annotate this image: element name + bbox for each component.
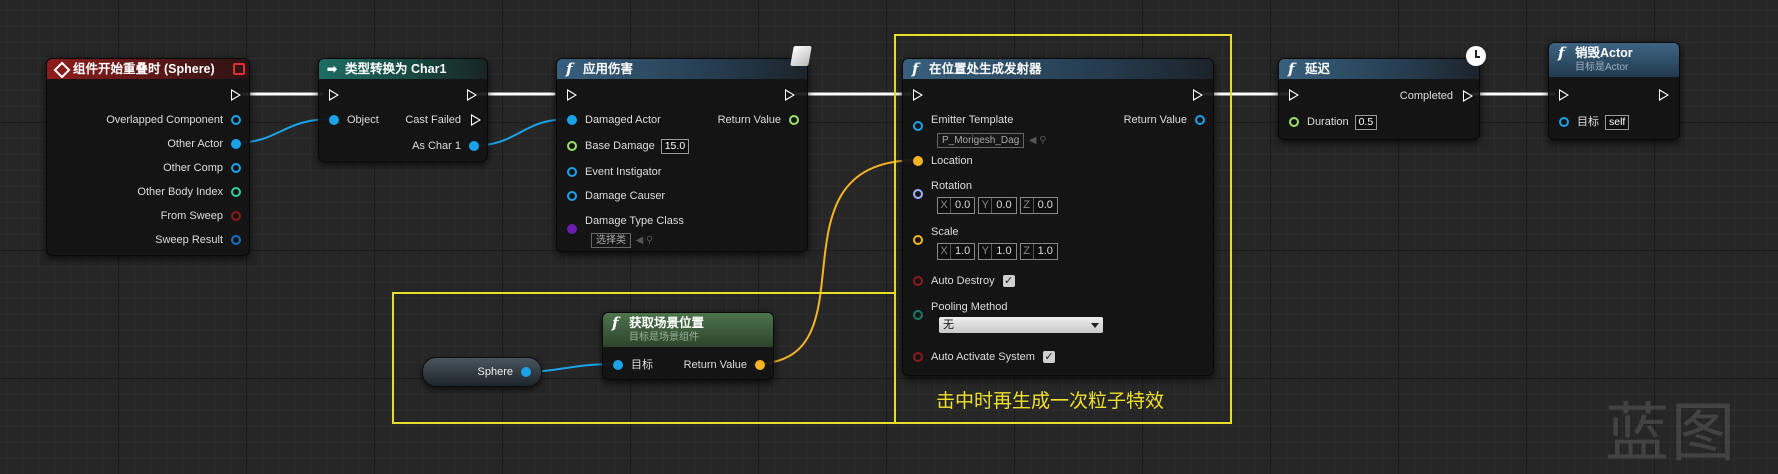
pin-as-char1[interactable]: As Char 1 bbox=[412, 138, 479, 154]
watermark: 蓝图 bbox=[1605, 397, 1737, 471]
rotation-x-input[interactable]: X 0.0 bbox=[937, 197, 976, 214]
exec-out-pin[interactable] bbox=[1193, 89, 1203, 101]
pin-base-damage[interactable]: Base Damage 15.0 bbox=[567, 138, 690, 154]
function-icon: f bbox=[612, 314, 619, 332]
scale-x-input[interactable]: X 1.0 bbox=[937, 243, 976, 260]
pin-sweep-result[interactable]: Sweep Result bbox=[155, 232, 241, 248]
pin-damage-type-class[interactable]: Damage Type Class bbox=[567, 213, 684, 234]
node-title: 类型转换为 Char1 bbox=[345, 62, 447, 76]
scale-fields[interactable]: X 1.0 Y 1.0 Z 1.0 bbox=[937, 241, 1061, 260]
auto-destroy-checkbox[interactable]: ✓ bbox=[1002, 275, 1015, 288]
node-header[interactable]: f 在位置处生成发射器 bbox=[903, 59, 1213, 79]
pooling-method-value: 无 bbox=[943, 319, 954, 331]
node-title: 组件开始重叠时 (Sphere) bbox=[73, 62, 215, 76]
scale-y-input[interactable]: Y 1.0 bbox=[978, 243, 1017, 260]
pin-target[interactable]: 目标 self bbox=[1559, 114, 1630, 130]
pin-return-value[interactable]: Return Value bbox=[684, 357, 765, 373]
function-icon: f bbox=[1288, 60, 1295, 78]
pin-overlapped-component[interactable]: Overlapped Component bbox=[106, 112, 241, 128]
function-icon: f bbox=[566, 60, 573, 78]
node-header[interactable]: f 销毁Actor 目标是Actor bbox=[1549, 43, 1679, 77]
pin-return-value[interactable]: Return Value bbox=[1124, 112, 1205, 128]
base-damage-input[interactable]: 15.0 bbox=[660, 138, 690, 154]
duration-input[interactable]: 0.5 bbox=[1354, 114, 1378, 130]
rotation-fields[interactable]: X 0.0 Y 0.0 Z 0.0 bbox=[937, 195, 1061, 214]
pin-other-comp[interactable]: Other Comp bbox=[163, 160, 241, 176]
pooling-method-select[interactable]: 无 bbox=[939, 317, 1103, 333]
emitter-dropdown[interactable]: P_Morigesh_Dag bbox=[937, 133, 1025, 148]
exec-out-pin[interactable] bbox=[467, 89, 477, 101]
rotation-z-input[interactable]: Z 0.0 bbox=[1019, 197, 1058, 214]
exec-in-pin[interactable] bbox=[1289, 89, 1299, 101]
node-title: 应用伤害 bbox=[583, 62, 634, 76]
exec-out-pin[interactable] bbox=[1659, 89, 1669, 101]
pin-duration[interactable]: Duration 0.5 bbox=[1289, 114, 1378, 130]
rotation-y-input[interactable]: Y 0.0 bbox=[978, 197, 1017, 214]
event-icon bbox=[53, 61, 71, 79]
spawn-emitter-node[interactable]: f 在位置处生成发射器 Emitter Template P_Morigesh_… bbox=[902, 58, 1214, 376]
exec-out-pin[interactable] bbox=[785, 89, 795, 101]
event-node-overlap[interactable]: 组件开始重叠时 (Sphere) Overlapped Component Ot… bbox=[46, 58, 250, 256]
delay-node[interactable]: f 延迟 Completed Duration 0.5 bbox=[1278, 58, 1480, 140]
pin-emitter-template[interactable]: Emitter Template bbox=[913, 112, 1013, 131]
exec-in-pin[interactable] bbox=[329, 89, 339, 101]
pin-damaged-actor[interactable]: Damaged Actor bbox=[567, 112, 661, 128]
pin-sphere[interactable]: Sphere bbox=[478, 364, 531, 380]
browse-icon[interactable]: ◀ ⚲ bbox=[1029, 135, 1047, 146]
node-header[interactable]: 组件开始重叠时 (Sphere) bbox=[47, 59, 249, 79]
stop-icon bbox=[233, 63, 245, 75]
pin-event-instigator[interactable]: Event Instigator bbox=[567, 164, 661, 180]
clock-icon bbox=[1466, 46, 1486, 66]
scale-z-input[interactable]: Z 1.0 bbox=[1019, 243, 1058, 260]
pin-auto-activate[interactable]: Auto Activate System ✓ bbox=[913, 349, 1055, 365]
pin-auto-destroy[interactable]: Auto Destroy ✓ bbox=[913, 273, 1015, 289]
node-header[interactable]: f 获取场景位置 目标是场景组件 bbox=[603, 313, 773, 347]
auto-activate-checkbox[interactable]: ✓ bbox=[1042, 351, 1055, 364]
pin-damage-causer[interactable]: Damage Causer bbox=[567, 188, 665, 204]
apply-damage-node[interactable]: f 应用伤害 Damaged Actor Return Value Base D… bbox=[556, 58, 808, 252]
pin-target[interactable]: 目标 bbox=[613, 357, 653, 373]
comment-text: 击中时再生成一次粒子特效 bbox=[936, 391, 1165, 412]
damage-type-picker[interactable]: 选择类 ◀ ⚲ bbox=[591, 230, 653, 248]
target-input[interactable]: self bbox=[1605, 114, 1630, 130]
node-header[interactable]: ➡ 类型转换为 Char1 bbox=[319, 59, 487, 79]
pin-rotation[interactable]: Rotation bbox=[913, 178, 972, 199]
node-title: 延迟 bbox=[1305, 62, 1331, 76]
cast-icon: ➡ bbox=[327, 62, 338, 76]
exec-out-pin[interactable] bbox=[231, 89, 241, 101]
node-title: 在位置处生成发射器 bbox=[929, 62, 1042, 76]
pin-location[interactable]: Location bbox=[913, 153, 973, 169]
pin-return-value[interactable]: Return Value bbox=[718, 112, 799, 128]
pin-other-actor[interactable]: Other Actor bbox=[167, 136, 241, 152]
pin-pooling-method[interactable]: Pooling Method bbox=[913, 299, 1007, 320]
function-icon: f bbox=[1558, 44, 1565, 62]
node-subtitle: 目标是Actor bbox=[1575, 62, 1629, 73]
pin-completed[interactable]: Completed bbox=[1400, 88, 1473, 104]
browse-icon[interactable]: ◀ ⚲ bbox=[635, 235, 653, 246]
pin-scale[interactable]: Scale bbox=[913, 224, 959, 245]
cast-node[interactable]: ➡ 类型转换为 Char1 Object Cast Failed As Char… bbox=[318, 58, 488, 162]
exec-in-pin[interactable] bbox=[913, 89, 923, 101]
destroy-actor-node[interactable]: f 销毁Actor 目标是Actor 目标 self bbox=[1548, 42, 1680, 140]
node-title: 获取场景位置 bbox=[629, 316, 705, 330]
node-title: 销毁Actor bbox=[1575, 46, 1633, 60]
pin-cast-failed[interactable]: Cast Failed bbox=[405, 112, 481, 128]
pin-other-body-index[interactable]: Other Body Index bbox=[137, 184, 241, 200]
node-header[interactable]: f 延迟 bbox=[1279, 59, 1479, 79]
node-header[interactable]: f 应用伤害 bbox=[557, 59, 807, 79]
function-icon: f bbox=[912, 60, 919, 78]
emitter-picker[interactable]: P_Morigesh_Dag ◀ ⚲ bbox=[937, 130, 1047, 148]
pin-object[interactable]: Object bbox=[329, 112, 379, 128]
pin-from-sweep[interactable]: From Sweep bbox=[161, 208, 241, 224]
exec-in-pin[interactable] bbox=[1559, 89, 1569, 101]
get-world-location-node[interactable]: f 获取场景位置 目标是场景组件 目标 Return Value bbox=[602, 312, 774, 380]
node-subtitle: 目标是场景组件 bbox=[629, 332, 699, 343]
damage-type-dropdown[interactable]: 选择类 bbox=[591, 233, 631, 248]
sphere-variable-node[interactable]: Sphere bbox=[422, 357, 542, 387]
chevron-down-icon bbox=[1091, 323, 1099, 328]
replicated-icon bbox=[790, 46, 812, 66]
exec-in-pin[interactable] bbox=[567, 89, 577, 101]
